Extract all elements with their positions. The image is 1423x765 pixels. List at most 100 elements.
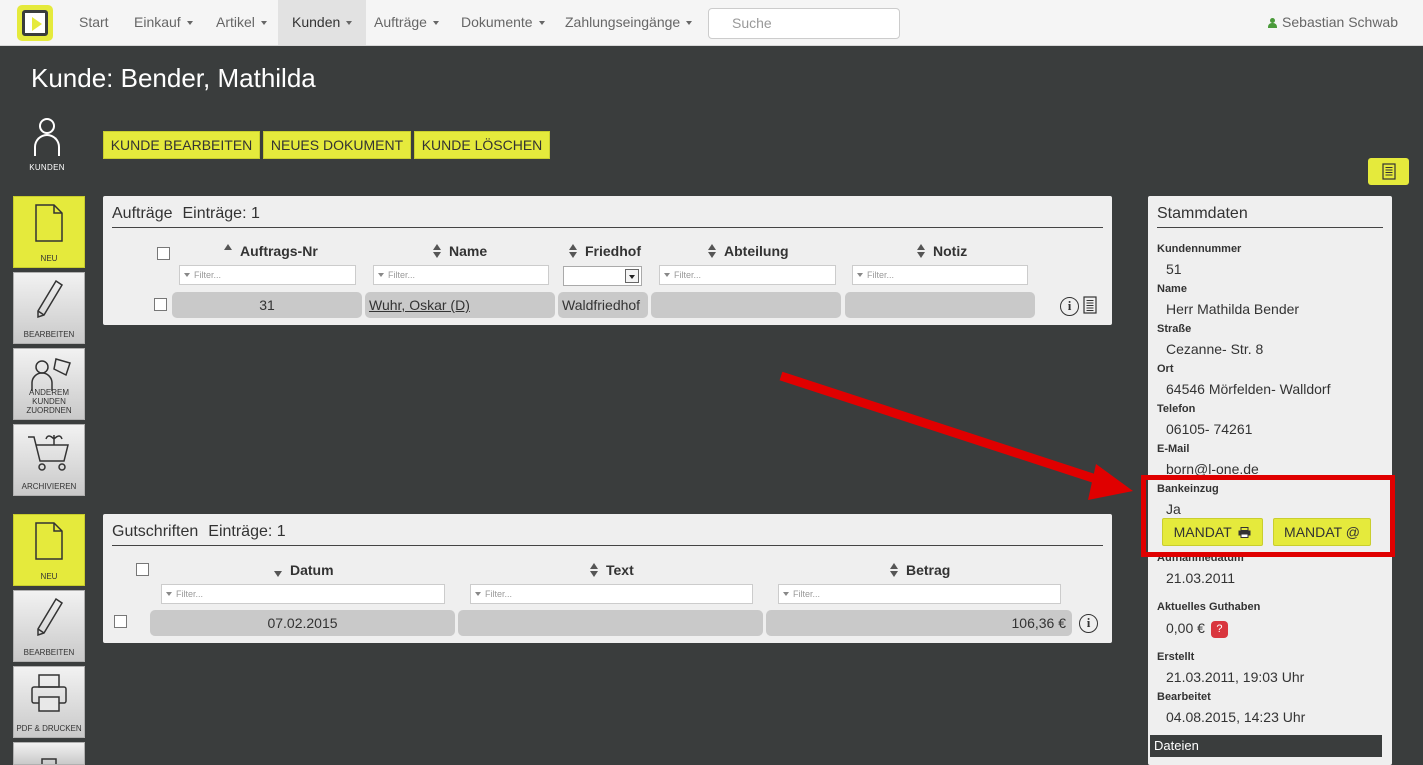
nav-zahlungseingaenge[interactable]: Zahlungseingänge (551, 0, 706, 45)
sidebar-label: BEARBEITEN (23, 648, 75, 657)
chevron-down-icon (625, 269, 639, 283)
filter-auftragsnr-input[interactable]: Filter... (179, 265, 356, 285)
neues-dokument-button[interactable]: NEUES DOKUMENT (263, 131, 411, 159)
person-head-icon (39, 118, 55, 134)
sidebar-neu-auftrag-button[interactable]: NEU (13, 196, 85, 268)
nav-start-label: Start (79, 14, 109, 30)
col-header-datum[interactable]: Datum (274, 562, 334, 578)
filter-notiz-input[interactable]: Filter... (852, 265, 1028, 285)
info-icon[interactable]: i (1060, 297, 1079, 316)
cell-betrag[interactable]: 106,36 € (766, 610, 1072, 636)
document-icon[interactable] (1083, 296, 1097, 314)
name-label: Name (1157, 283, 1187, 295)
filter-betrag-input[interactable]: Filter... (778, 584, 1061, 604)
select-all-checkbox[interactable] (136, 563, 149, 576)
customer-name-link[interactable]: Wuhr, Oskar (D) (369, 297, 470, 313)
document-list-button[interactable] (1368, 158, 1409, 185)
search-input[interactable]: Suche (708, 8, 900, 39)
auftraege-panel: Aufträge Einträge: 1 Auftrags-Nr Name Fri… (103, 196, 1112, 325)
guthaben-label: Aktuelles Guthaben (1157, 601, 1261, 613)
cell-friedhof[interactable]: Waldfriedhof (558, 292, 648, 318)
cell-text[interactable] (458, 610, 763, 636)
sidebar-bearbeiten-gutschrift-button[interactable]: BEARBEITEN (13, 590, 85, 662)
col-header-abteilung[interactable]: Abteilung (708, 243, 789, 259)
row-checkbox[interactable] (114, 615, 127, 628)
col-header-friedhof[interactable]: Friedhof (569, 243, 641, 259)
sort-desc-icon (274, 563, 283, 577)
gutschriften-title: Gutschriften Einträge: 1 (112, 523, 286, 541)
top-navbar: Start Einkauf Artikel Kunden Aufträge Do… (0, 0, 1423, 46)
gutschriften-count: Einträge: 1 (208, 523, 286, 540)
cell-datum[interactable]: 07.02.2015 (150, 610, 455, 636)
document-lines-icon (1381, 163, 1396, 180)
sidebar-pdf-drucken-button[interactable]: PDF & DRUCKEN (13, 666, 85, 738)
caret-down-icon (432, 21, 439, 26)
caret-down-icon (260, 21, 267, 26)
row-checkbox[interactable] (154, 298, 167, 311)
aufnahmedatum-value: 21.03.2011 (1166, 570, 1236, 586)
dateien-header[interactable]: Dateien (1150, 735, 1382, 757)
col-header-label: Abteilung (724, 243, 789, 259)
nav-start[interactable]: Start (65, 0, 123, 45)
pencil-icon (37, 597, 64, 637)
col-header-label: Friedhof (585, 243, 641, 259)
info-icon[interactable]: i (1079, 614, 1098, 633)
nav-artikel[interactable]: Artikel (202, 0, 281, 45)
nav-auftraege-label: Aufträge (374, 14, 427, 30)
sidebar-anderem-kunden-zuordnen-button[interactable]: ANDEREM KUNDEN ZUORDNEN (13, 348, 85, 420)
sort-icon (569, 244, 578, 258)
sidebar-more-button[interactable] (13, 742, 85, 765)
kunden-section-icon[interactable]: KUNDEN (18, 115, 76, 172)
cell-auftragsnr[interactable]: 31 (172, 292, 362, 318)
user-icon (1268, 18, 1278, 28)
user-menu[interactable]: Sebastian Schwab (1268, 0, 1398, 44)
guthaben-value: 0,00 €? (1166, 620, 1228, 638)
sidebar-bearbeiten-button[interactable]: BEARBEITEN (13, 272, 85, 344)
sidebar-label: ARCHIVIEREN (21, 482, 77, 491)
cell-abteilung[interactable] (651, 292, 841, 318)
ort-value: 64546 Mörfelden- Walldorf (1166, 381, 1331, 397)
caret-down-icon (186, 21, 193, 26)
filter-name-input[interactable]: Filter... (373, 265, 549, 285)
filter-datum-input[interactable]: Filter... (161, 584, 445, 604)
col-header-notiz[interactable]: Notiz (917, 243, 967, 259)
telefon-label: Telefon (1157, 403, 1196, 415)
person-body-icon (34, 134, 60, 156)
sidebar-neu-gutschrift-button[interactable]: NEU (13, 514, 85, 586)
cell-name[interactable]: Wuhr, Oskar (D) (365, 292, 555, 318)
nav-dokumente[interactable]: Dokumente (447, 0, 559, 45)
strasse-label: Straße (1157, 323, 1192, 335)
col-header-name[interactable]: Name (433, 243, 487, 259)
printer-icon (31, 674, 67, 712)
sort-asc-icon (224, 244, 233, 258)
col-header-text[interactable]: Text (590, 562, 634, 578)
sidebar-label: PDF & DRUCKEN (16, 724, 82, 733)
select-all-checkbox[interactable] (157, 247, 170, 260)
filter-abteilung-input[interactable]: Filter... (659, 265, 836, 285)
sort-icon (433, 244, 442, 258)
nav-kunden[interactable]: Kunden (278, 0, 367, 45)
auftraege-title-text: Aufträge (112, 205, 173, 222)
col-header-auftragsnr[interactable]: Auftrags-Nr (224, 243, 318, 259)
logo-icon[interactable] (17, 5, 53, 41)
annotation-highlight-box (1141, 475, 1395, 557)
cell-notiz[interactable] (845, 292, 1035, 318)
nav-einkauf[interactable]: Einkauf (120, 0, 207, 45)
sidebar-archivieren-button[interactable]: ARCHIVIEREN (13, 424, 85, 496)
auftraege-title: Aufträge Einträge: 1 (112, 205, 260, 223)
name-value: Herr Mathilda Bender (1166, 301, 1300, 317)
sidebar-label: NEU (40, 254, 58, 263)
kunde-bearbeiten-button[interactable]: KUNDE BEARBEITEN (103, 131, 260, 159)
col-header-betrag[interactable]: Betrag (890, 562, 950, 578)
nav-auftraege[interactable]: Aufträge (360, 0, 453, 45)
kunde-loeschen-button[interactable]: KUNDE LÖSCHEN (414, 131, 550, 159)
help-icon[interactable]: ? (1210, 621, 1228, 638)
pencil-icon (37, 279, 64, 319)
filter-friedhof-select[interactable] (563, 266, 642, 286)
bearbeitet-value: 04.08.2015, 14:23 Uhr (1166, 709, 1306, 725)
caret-down-icon (346, 21, 353, 26)
filter-text-input[interactable]: Filter... (470, 584, 753, 604)
guthaben-amount: 0,00 € (1166, 620, 1205, 636)
sort-icon (708, 244, 717, 258)
email-label: E-Mail (1157, 443, 1190, 455)
